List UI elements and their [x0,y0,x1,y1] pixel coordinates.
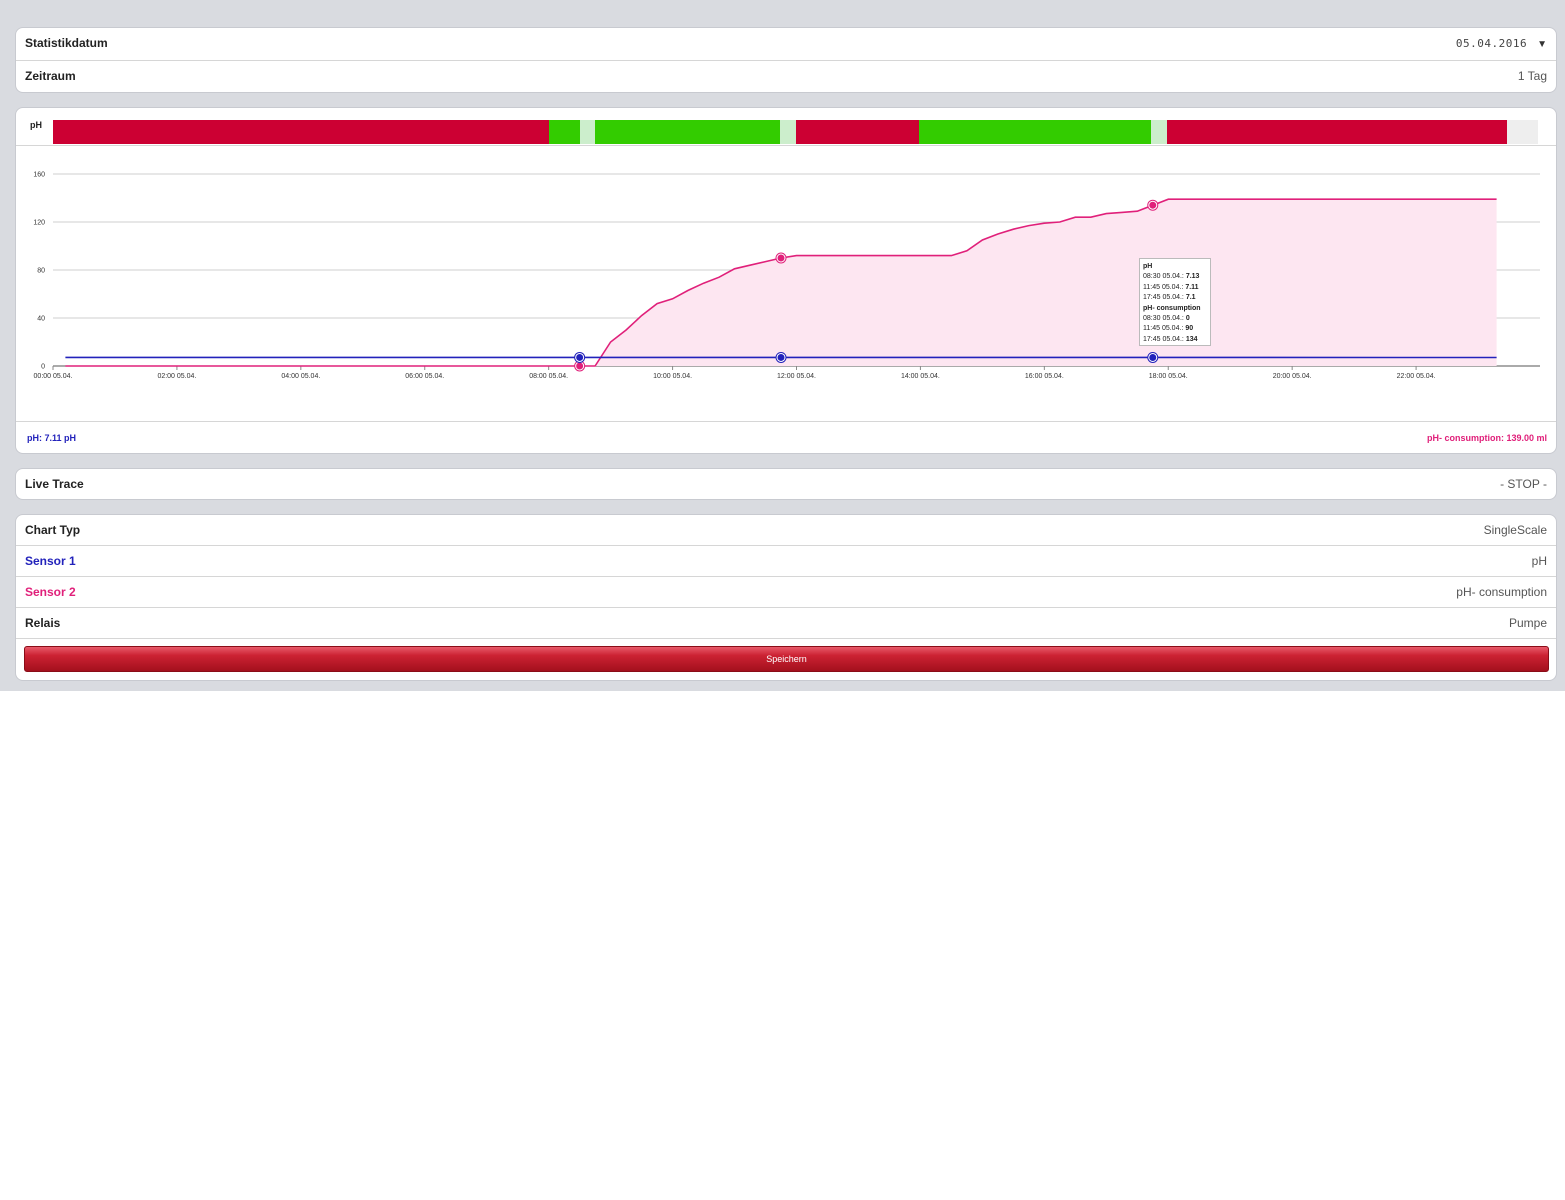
tooltip-s2-value: 90 [1185,325,1194,333]
x-tick-label: 18:00 05.04. [1149,373,1188,380]
live-trace-row[interactable]: Live Trace - STOP - [16,469,1556,499]
sensor1-row[interactable]: Sensor 1 pH [16,546,1556,577]
sensor2-current-value: pH- consumption: 139.00 ml [1426,433,1547,443]
y-tick-label: 40 [37,316,45,323]
tooltip-s1-time: 11:45 05.04.: [1143,283,1184,291]
statistics-date-value: 05.04.2016 [1455,37,1528,50]
chart-type-row[interactable]: Chart Typ SingleScale [16,515,1556,546]
tooltip-s2-time: 17:45 05.04.: [1143,335,1184,343]
relay-band: pH [16,108,1556,146]
ph-marker-dot [1149,353,1157,361]
tooltip-s2-value: 0 [1185,315,1190,323]
consumption-marker-dot [1149,201,1157,209]
header-card: Statistikdatum 05.04.2016 ▼ Zeitraum 1 Ta… [15,27,1557,93]
tooltip-s1-time: 08:30 05.04.: [1143,273,1184,281]
x-tick-label: 22:00 05.04. [1397,373,1436,380]
relay-segment-off [1166,120,1507,144]
relay-segment-light [779,120,796,144]
relay-segment-light [579,120,596,144]
sensor1-value[interactable]: pH [1532,546,1547,576]
relay-segment-off [795,120,919,144]
x-tick-label: 16:00 05.04. [1025,373,1064,380]
period-row[interactable]: Zeitraum 1 Tag [16,61,1556,92]
tooltip-s1-value: 7.13 [1185,273,1200,281]
tooltip-s2-value: 134 [1185,335,1198,343]
x-tick-label: 06:00 05.04. [405,373,444,380]
live-trace-label: Live Trace [25,477,84,491]
x-tick-label: 02:00 05.04. [157,373,196,380]
sensor2-label: Sensor 2 [25,585,76,599]
x-tick-label: 00:00 05.04. [34,373,73,380]
chart-plot[interactable]: 0 40 80 120 160 00:00 05.04. 02:00 05.04. 04:00… [16,146,1557,421]
sensor2-value[interactable]: pH- consumption [1456,577,1547,607]
relay-segment-on [595,120,780,144]
relay-segment-on [918,120,1152,144]
tooltip-s1-value: 7.11 [1185,283,1199,291]
relay-segment-on [548,120,580,144]
y-tick-label: 0 [41,364,45,371]
x-tick-label: 08:00 05.04. [529,373,568,380]
sensor1-label: Sensor 1 [25,554,76,568]
settings-card: Chart Typ SingleScale Sensor 1 pH Sensor… [15,514,1557,681]
tooltip-s1-time: 17:45 05.04.: [1143,294,1184,302]
statistics-date-picker[interactable]: 05.04.2016 ▼ [1456,28,1547,60]
period-label: Zeitraum [25,69,76,83]
x-tick-label: 04:00 05.04. [281,373,320,380]
chart-tooltip: pH 08:30 05.04.: 7.13 11:45 05.04.: 7.11… [1139,258,1211,346]
x-tick-label: 10:00 05.04. [653,373,692,380]
relay-band-label: pH [30,120,42,130]
tooltip-series2-name: pH- consumption [1143,304,1201,312]
dropdown-arrow-icon[interactable]: ▼ [1537,39,1547,50]
chart-type-value[interactable]: SingleScale [1484,515,1547,545]
chart-footer: pH: 7.11 pH pH- consumption: 139.00 ml [16,421,1556,453]
live-trace-stop-button[interactable]: - STOP - [1500,469,1547,499]
y-tick-label: 80 [37,268,45,275]
relay-row[interactable]: Relais Pumpe [16,608,1556,639]
relay-label: Relais [25,616,61,630]
tooltip-series1-name: pH [1143,263,1153,270]
y-tick-label: 120 [33,220,45,227]
ph-marker-dot [777,353,785,361]
relay-value[interactable]: Pumpe [1509,608,1547,638]
x-tick-label: 20:00 05.04. [1273,373,1312,380]
chart-card: pH 0 40 80 120 160 00:00 05.04. 02:00 05.04. 04… [15,107,1557,454]
tooltip-s1-value: 7.1 [1185,294,1196,302]
live-trace-card: Live Trace - STOP - [15,468,1557,500]
relay-segment-light [1151,120,1167,144]
y-tick-label: 160 [33,172,45,179]
relay-segment-off [53,120,549,144]
save-button[interactable]: Speichern [24,646,1549,672]
relay-segment-none [1506,120,1539,144]
statistics-date-row[interactable]: Statistikdatum 05.04.2016 ▼ [16,28,1556,61]
tooltip-s2-time: 08:30 05.04.: [1143,315,1184,323]
consumption-marker-dot [777,254,785,262]
ph-marker-dot [576,353,584,361]
x-tick-label: 12:00 05.04. [777,373,816,380]
chart-type-label: Chart Typ [25,523,81,537]
x-tick-label: 14:00 05.04. [901,373,940,380]
consumption-area [65,199,1497,366]
tooltip-s2-time: 11:45 05.04.: [1143,325,1184,333]
statistics-date-label: Statistikdatum [25,36,108,50]
sensor1-current-value: pH: 7.11 pH [27,433,77,443]
consumption-marker-dot [576,362,584,370]
period-value[interactable]: 1 Tag [1518,61,1547,91]
sensor2-row[interactable]: Sensor 2 pH- consumption [16,577,1556,608]
